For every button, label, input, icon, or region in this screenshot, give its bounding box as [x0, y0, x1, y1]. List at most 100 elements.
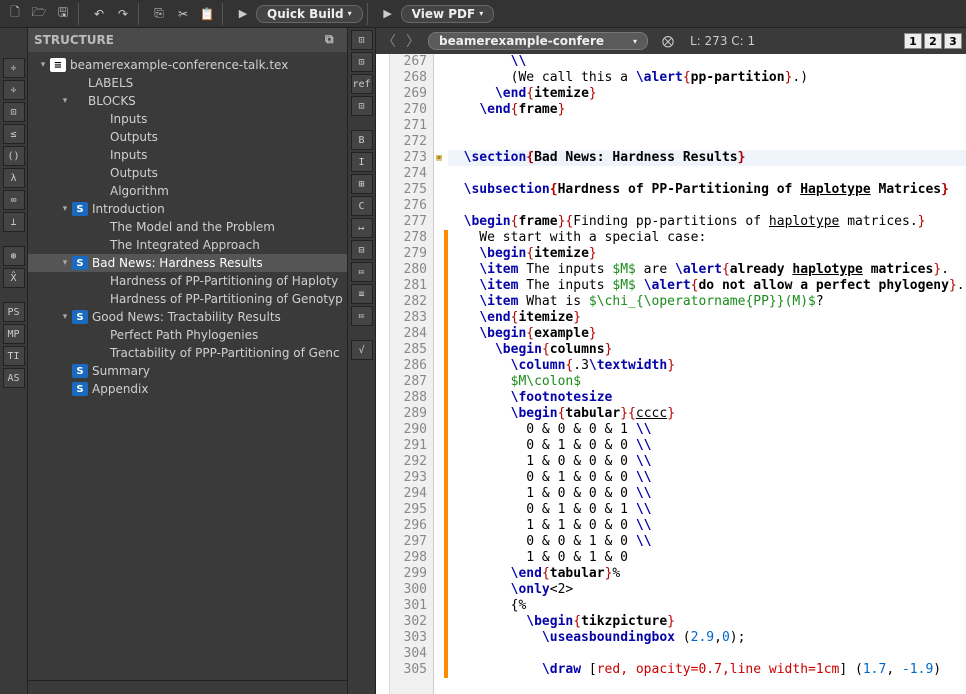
line-number-gutter: 2672682692702712722732742752762772782792…	[390, 54, 434, 694]
structure-tree[interactable]: ▾≡beamerexample-conference-talk.texLABEL…	[28, 52, 347, 680]
symbol-button[interactable]: ⊥	[3, 212, 25, 232]
tree-item-label: Introduction	[92, 202, 165, 216]
symbol-button[interactable]: AS	[3, 368, 25, 388]
editor-tool-button[interactable]: ⊡	[351, 52, 373, 72]
new-file-icon[interactable]: 🗋	[4, 3, 26, 25]
tree-item[interactable]: Inputs	[28, 146, 347, 164]
nav-back-icon[interactable]: 〈	[380, 31, 398, 51]
symbol-button[interactable]: λ	[3, 168, 25, 188]
tree-item-label: beamerexample-conference-talk.tex	[70, 58, 288, 72]
editor-tool-button[interactable]: I	[351, 152, 373, 172]
tree-item[interactable]: Perfect Path Phylogenies	[28, 326, 347, 344]
tree-item[interactable]: S Summary	[28, 362, 347, 380]
tree-item-label: The Model and the Problem	[110, 220, 275, 234]
view-pdf-dropdown[interactable]: View PDF ▾	[401, 5, 495, 23]
tree-item[interactable]: Hardness of PP-Partitioning of Haploty	[28, 272, 347, 290]
run-icon[interactable]: ▶	[232, 3, 254, 25]
document-icon: ≡	[50, 58, 66, 72]
editor-tool-button[interactable]: ⊡	[351, 30, 373, 50]
editor-tool-button[interactable]: B	[351, 130, 373, 150]
symbol-button[interactable]: MP	[3, 324, 25, 344]
tree-item[interactable]: ▾BLOCKS	[28, 92, 347, 110]
redo-icon[interactable]: ↷	[112, 3, 134, 25]
editor-tool-button[interactable]: √	[351, 340, 373, 360]
editor-tool-button[interactable]: ≔	[351, 262, 373, 282]
editor-tool-button[interactable]: ref	[351, 74, 373, 94]
tree-item[interactable]: ▾SGood News: Tractability Results	[28, 308, 347, 326]
quick-build-label: Quick Build	[267, 7, 344, 21]
tree-item-label: Outputs	[110, 166, 158, 180]
tree-item[interactable]: ▾≡ beamerexample-conference-talk.tex	[28, 56, 347, 74]
tree-item-label: Tractability of PPP-Partitioning of Genc	[110, 346, 340, 360]
symbol-button[interactable]: ≤	[3, 124, 25, 144]
tree-expander-icon[interactable]: ▾	[58, 312, 72, 322]
layout-column-button[interactable]: 3	[944, 33, 962, 49]
tree-item[interactable]: Hardness of PP-Partitioning of Genotyp	[28, 290, 347, 308]
panel-detach-icon[interactable]: ⧉	[325, 32, 341, 48]
structure-header: STRUCTURE ⧉	[28, 28, 347, 52]
symbol-button[interactable]: ÷	[3, 58, 25, 78]
layout-column-button[interactable]: 1	[904, 33, 922, 49]
view-icon[interactable]: ▶	[377, 3, 399, 25]
editor-tool-button[interactable]: C	[351, 196, 373, 216]
tree-item[interactable]: Algorithm	[28, 182, 347, 200]
tree-item[interactable]: The Integrated Approach	[28, 236, 347, 254]
section-icon: S	[72, 382, 88, 396]
code-editor[interactable]: 2672682692702712722732742752762772782792…	[376, 54, 966, 694]
symbol-button[interactable]: ()	[3, 146, 25, 166]
tree-item[interactable]: Inputs	[28, 110, 347, 128]
tree-item[interactable]: Tractability of PPP-Partitioning of Genc	[28, 344, 347, 362]
tree-item[interactable]: Outputs	[28, 164, 347, 182]
tree-expander-icon[interactable]: ▾	[36, 60, 50, 70]
tree-item[interactable]: ▾SIntroduction	[28, 200, 347, 218]
cut-icon[interactable]: ✂	[172, 3, 194, 25]
tab-close-icon[interactable]: ⨂	[662, 34, 674, 48]
undo-icon[interactable]: ↶	[88, 3, 110, 25]
editor-tool-button[interactable]: ⊞	[351, 174, 373, 194]
tree-item-label: Algorithm	[110, 184, 169, 198]
symbol-button[interactable]: X̂	[3, 268, 25, 288]
editor-tool-button[interactable]: ⊡	[351, 96, 373, 116]
editor-tool-button[interactable]: ↦	[351, 218, 373, 238]
open-file-icon[interactable]: 🗁	[28, 3, 50, 25]
editor-tool-button[interactable]: ≡	[351, 284, 373, 304]
tree-item[interactable]: The Model and the Problem	[28, 218, 347, 236]
tree-item-label: Hardness of PP-Partitioning of Genotyp	[110, 292, 343, 306]
nav-forward-icon[interactable]: 〉	[404, 31, 422, 51]
symbol-button[interactable]: ⊛	[3, 246, 25, 266]
tree-item-label: Good News: Tractability Results	[92, 310, 281, 324]
symbol-button[interactable]: ÷	[3, 80, 25, 100]
symbol-button[interactable]: TI	[3, 346, 25, 366]
tree-item-label: Summary	[92, 364, 150, 378]
tree-item[interactable]: SAppendix	[28, 380, 347, 398]
symbol-button[interactable]: PS	[3, 302, 25, 322]
editor-tool-button[interactable]: ≔	[351, 306, 373, 326]
structure-title: STRUCTURE	[34, 33, 114, 47]
section-icon: S	[72, 364, 88, 378]
structure-panel: STRUCTURE ⧉ ▾≡beamerexample-conference-t…	[28, 28, 348, 694]
tree-expander-icon[interactable]: ▾	[58, 96, 72, 106]
tree-expander-icon[interactable]: ▾	[58, 258, 72, 268]
tree-item[interactable]: LABELS	[28, 74, 347, 92]
cursor-position: L: 273 C: 1	[690, 34, 755, 48]
tree-item[interactable]: ▾SBad News: Hardness Results	[28, 254, 347, 272]
bookmark-gutter[interactable]	[376, 54, 390, 694]
tree-item[interactable]: Outputs	[28, 128, 347, 146]
code-content[interactable]: \\ (We call this a \alert{pp-partition}.…	[448, 54, 966, 694]
save-icon[interactable]: 🖫	[52, 3, 74, 25]
toolbar-separator	[78, 3, 84, 25]
symbol-button[interactable]: ⊡	[3, 102, 25, 122]
layout-column-button[interactable]: 2	[924, 33, 942, 49]
tree-expander-icon[interactable]: ▾	[58, 204, 72, 214]
tree-item-label: Inputs	[110, 112, 147, 126]
main-toolbar: 🗋 🗁 🖫 ↶ ↷ ⎘ ✂ 📋 ▶ Quick Build ▾ ▶ View P…	[0, 0, 966, 28]
fold-gutter[interactable]: ▣	[434, 54, 444, 694]
copy-icon[interactable]: ⎘	[148, 3, 170, 25]
view-pdf-label: View PDF	[412, 7, 476, 21]
editor-tool-button[interactable]: ⊟	[351, 240, 373, 260]
document-tab[interactable]: beamerexample-confere ▾	[428, 32, 648, 50]
structure-scrollbar[interactable]	[28, 680, 347, 694]
quick-build-dropdown[interactable]: Quick Build ▾	[256, 5, 363, 23]
symbol-button[interactable]: ∞	[3, 190, 25, 210]
paste-icon[interactable]: 📋	[196, 3, 218, 25]
